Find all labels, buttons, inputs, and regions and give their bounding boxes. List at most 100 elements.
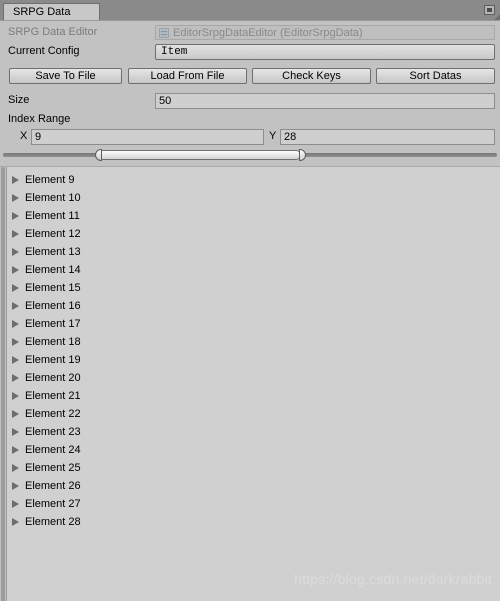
list-item-label: Element 25 <box>25 462 81 474</box>
load-from-file-button[interactable]: Load From File <box>128 68 247 84</box>
foldout-arrow-icon[interactable] <box>12 446 19 454</box>
foldout-arrow-icon[interactable] <box>12 266 19 274</box>
script-icon <box>159 27 169 38</box>
list-item[interactable]: Element 10 <box>8 189 500 207</box>
slider-thumb-max[interactable] <box>299 149 306 161</box>
foldout-arrow-icon[interactable] <box>12 392 19 400</box>
foldout-arrow-icon[interactable] <box>12 482 19 490</box>
foldout-arrow-icon[interactable] <box>12 302 19 310</box>
list-item[interactable]: Element 14 <box>8 261 500 279</box>
save-to-file-label: Save To File <box>35 70 96 82</box>
list-item[interactable]: Element 12 <box>8 225 500 243</box>
save-to-file-button[interactable]: Save To File <box>9 68 122 84</box>
list-item-label: Element 11 <box>25 210 80 222</box>
editor-object-field[interactable]: EditorSrpgDataEditor (EditorSrpgData) <box>155 25 495 40</box>
list-item[interactable]: Element 20 <box>8 369 500 387</box>
list-item-label: Element 28 <box>25 516 81 528</box>
foldout-arrow-icon[interactable] <box>12 374 19 382</box>
list-item-label: Element 12 <box>25 228 81 240</box>
unity-editor-window: SRPG Data SRPG Data Editor EditorSrpgDat… <box>0 0 500 601</box>
x-input[interactable]: 9 <box>31 129 264 145</box>
x-value: 9 <box>35 131 42 143</box>
editor-object-label: SRPG Data Editor <box>8 26 98 38</box>
foldout-arrow-icon[interactable] <box>12 320 19 328</box>
row-index-range-values: X 9 Y 28 <box>0 128 500 146</box>
list-item-label: Element 10 <box>25 192 81 204</box>
list-item-label: Element 21 <box>25 390 81 402</box>
list-item[interactable]: Element 13 <box>8 243 500 261</box>
check-keys-button[interactable]: Check Keys <box>252 68 371 84</box>
list-item-label: Element 20 <box>25 372 81 384</box>
foldout-arrow-icon[interactable] <box>12 410 19 418</box>
list-item-label: Element 19 <box>25 354 81 366</box>
foldout-arrow-icon[interactable] <box>12 338 19 346</box>
foldout-arrow-icon[interactable] <box>12 500 19 508</box>
foldout-arrow-icon[interactable] <box>12 212 19 220</box>
tab-srpg-data[interactable]: SRPG Data <box>3 3 100 20</box>
foldout-arrow-icon[interactable] <box>12 518 19 526</box>
index-range-slider[interactable] <box>3 146 497 164</box>
list-item[interactable]: Element 27 <box>8 495 500 513</box>
sort-datas-button[interactable]: Sort Datas <box>376 68 495 84</box>
current-config-value: Item <box>161 46 188 58</box>
row-index-range-slider <box>0 146 500 164</box>
list-item[interactable]: Element 16 <box>8 297 500 315</box>
load-from-file-label: Load From File <box>150 70 225 82</box>
list-item[interactable]: Element 25 <box>8 459 500 477</box>
list-item[interactable]: Element 23 <box>8 423 500 441</box>
foldout-arrow-icon[interactable] <box>12 428 19 436</box>
list-item-label: Element 26 <box>25 480 81 492</box>
list-item[interactable]: Element 21 <box>8 387 500 405</box>
list-item-label: Element 14 <box>25 264 81 276</box>
panel-menu-icon[interactable] <box>484 5 495 15</box>
slider-thumb-min[interactable] <box>95 149 102 161</box>
vertical-scrollbar[interactable] <box>0 167 7 601</box>
foldout-arrow-icon[interactable] <box>12 464 19 472</box>
row-size: Size 50 <box>0 92 500 110</box>
sort-datas-label: Sort Datas <box>409 70 462 82</box>
size-input[interactable]: 50 <box>155 93 495 109</box>
foldout-arrow-icon[interactable] <box>12 230 19 238</box>
foldout-arrow-icon[interactable] <box>12 176 19 184</box>
list-item-label: Element 15 <box>25 282 81 294</box>
x-label: X <box>20 130 28 142</box>
list-item[interactable]: Element 22 <box>8 405 500 423</box>
list-item[interactable]: Element 17 <box>8 315 500 333</box>
list-item[interactable]: Element 19 <box>8 351 500 369</box>
scrollbar-thumb[interactable] <box>1 167 5 601</box>
y-value: 28 <box>284 131 297 143</box>
foldout-arrow-icon[interactable] <box>12 248 19 256</box>
inspector-body: SRPG Data Editor EditorSrpgDataEditor (E… <box>0 20 500 601</box>
tab-bar: SRPG Data <box>0 0 500 20</box>
list-item-label: Element 9 <box>25 174 75 186</box>
slider-selected-range[interactable] <box>98 150 301 160</box>
foldout-arrow-icon[interactable] <box>12 194 19 202</box>
list-item[interactable]: Element 15 <box>8 279 500 297</box>
list-item[interactable]: Element 9 <box>8 171 500 189</box>
row-current-config: Current Config Item <box>0 43 500 61</box>
foldout-arrow-icon[interactable] <box>12 284 19 292</box>
y-label: Y <box>269 130 277 142</box>
list-item-label: Element 24 <box>25 444 81 456</box>
foldout-arrow-icon[interactable] <box>12 356 19 364</box>
size-label: Size <box>8 94 30 106</box>
list-item[interactable]: Element 28 <box>8 513 500 531</box>
editor-object-value: EditorSrpgDataEditor (EditorSrpgData) <box>173 26 363 39</box>
list-item-label: Element 17 <box>25 318 81 330</box>
list-item-label: Element 23 <box>25 426 81 438</box>
watermark-text: https://blog.csdn.net/darkrabbit <box>294 571 492 587</box>
list-item-label: Element 18 <box>25 336 81 348</box>
list-item[interactable]: Element 24 <box>8 441 500 459</box>
element-list: Element 9 Element 10 Element 11 Element 12 E… <box>8 171 500 531</box>
list-item-label: Element 16 <box>25 300 81 312</box>
list-item[interactable]: Element 26 <box>8 477 500 495</box>
row-action-buttons: Save To File Load From File Check Keys S… <box>0 67 500 85</box>
row-editor-object: SRPG Data Editor EditorSrpgDataEditor (E… <box>0 24 500 42</box>
y-input[interactable]: 28 <box>280 129 495 145</box>
index-range-label: Index Range <box>8 113 71 125</box>
list-item[interactable]: Element 11 <box>8 207 500 225</box>
element-list-area: Element 9 Element 10 Element 11 Element 12 E… <box>0 166 500 601</box>
current-config-dropdown[interactable]: Item <box>155 44 495 60</box>
tab-label: SRPG Data <box>13 6 71 18</box>
list-item[interactable]: Element 18 <box>8 333 500 351</box>
